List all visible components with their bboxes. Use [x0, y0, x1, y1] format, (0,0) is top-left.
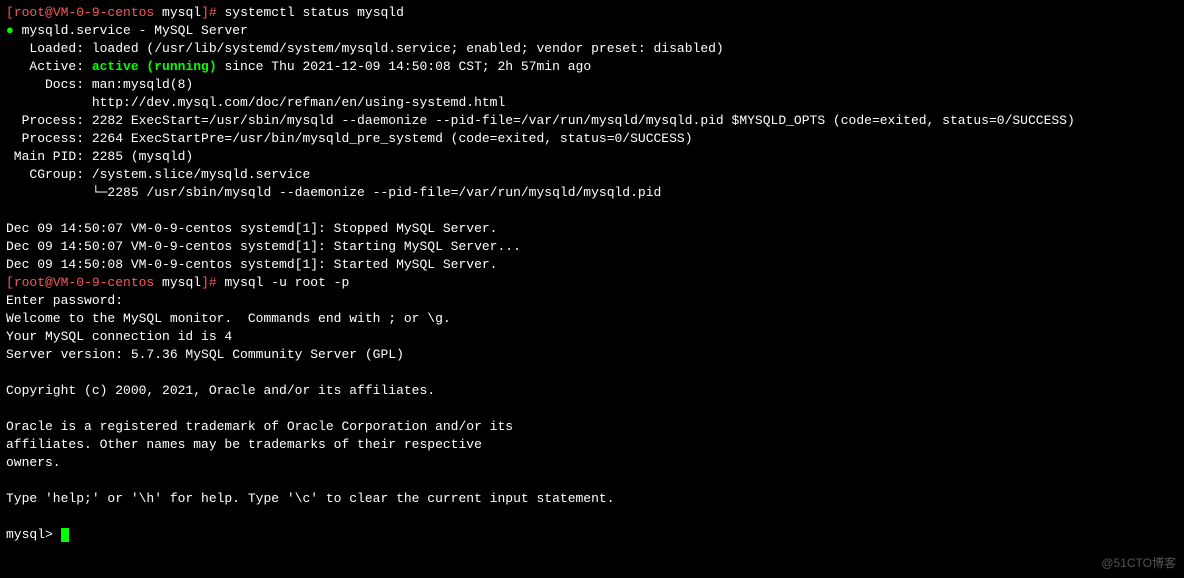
blank-line [6, 472, 1178, 490]
prompt-open: [ [6, 275, 14, 290]
status-dot-icon: ● [6, 23, 14, 38]
blank-line [6, 202, 1178, 220]
prompt-path: mysql [154, 5, 201, 20]
shell-prompt-1: [root@VM-0-9-centos mysql]# systemctl st… [6, 4, 1178, 22]
command-2: mysql -u root -p [224, 275, 349, 290]
log-line-1: Dec 09 14:50:07 VM-0-9-centos systemd[1]… [6, 220, 1178, 238]
service-docs-2: http://dev.mysql.com/doc/refman/en/using… [6, 94, 1178, 112]
service-loaded: Loaded: loaded (/usr/lib/systemd/system/… [6, 40, 1178, 58]
mysql-trademark-3: owners. [6, 454, 1178, 472]
cursor-icon [61, 528, 69, 542]
blank-line [6, 508, 1178, 526]
service-process-2: Process: 2264 ExecStartPre=/usr/bin/mysq… [6, 130, 1178, 148]
mysql-enter-password: Enter password: [6, 292, 1178, 310]
service-cgroup-2: └─2285 /usr/sbin/mysqld --daemonize --pi… [6, 184, 1178, 202]
service-active: Active: active (running) since Thu 2021-… [6, 58, 1178, 76]
mysql-trademark-2: affiliates. Other names may be trademark… [6, 436, 1178, 454]
shell-prompt-2: [root@VM-0-9-centos mysql]# mysql -u roo… [6, 274, 1178, 292]
active-since: since Thu 2021-12-09 14:50:08 CST; 2h 57… [217, 59, 591, 74]
prompt-host: root@VM-0-9-centos [14, 5, 154, 20]
prompt-open: [ [6, 5, 14, 20]
log-line-2: Dec 09 14:50:07 VM-0-9-centos systemd[1]… [6, 238, 1178, 256]
watermark: @51CTO博客 [1101, 554, 1176, 572]
blank-line [6, 364, 1178, 382]
service-docs-1: Docs: man:mysqld(8) [6, 76, 1178, 94]
mysql-prompt-text: mysql> [6, 527, 61, 542]
mysql-trademark-1: Oracle is a registered trademark of Orac… [6, 418, 1178, 436]
service-header: ● mysqld.service - MySQL Server [6, 22, 1178, 40]
command-1: systemctl status mysqld [224, 5, 403, 20]
service-process-1: Process: 2282 ExecStart=/usr/sbin/mysqld… [6, 112, 1178, 130]
prompt-close: ]# [201, 5, 224, 20]
blank-line [6, 400, 1178, 418]
service-cgroup-1: CGroup: /system.slice/mysqld.service [6, 166, 1178, 184]
mysql-welcome: Welcome to the MySQL monitor. Commands e… [6, 310, 1178, 328]
mysql-connection-id: Your MySQL connection id is 4 [6, 328, 1178, 346]
active-label: Active: [6, 59, 92, 74]
mysql-prompt[interactable]: mysql> [6, 526, 1178, 544]
mysql-help: Type 'help;' or '\h' for help. Type '\c'… [6, 490, 1178, 508]
mysql-copyright: Copyright (c) 2000, 2021, Oracle and/or … [6, 382, 1178, 400]
prompt-path: mysql [154, 275, 201, 290]
prompt-close: ]# [201, 275, 224, 290]
prompt-host: root@VM-0-9-centos [14, 275, 154, 290]
mysql-server-version: Server version: 5.7.36 MySQL Community S… [6, 346, 1178, 364]
log-line-3: Dec 09 14:50:08 VM-0-9-centos systemd[1]… [6, 256, 1178, 274]
service-name: mysqld.service - MySQL Server [14, 23, 248, 38]
service-main-pid: Main PID: 2285 (mysqld) [6, 148, 1178, 166]
active-state: active (running) [92, 59, 217, 74]
